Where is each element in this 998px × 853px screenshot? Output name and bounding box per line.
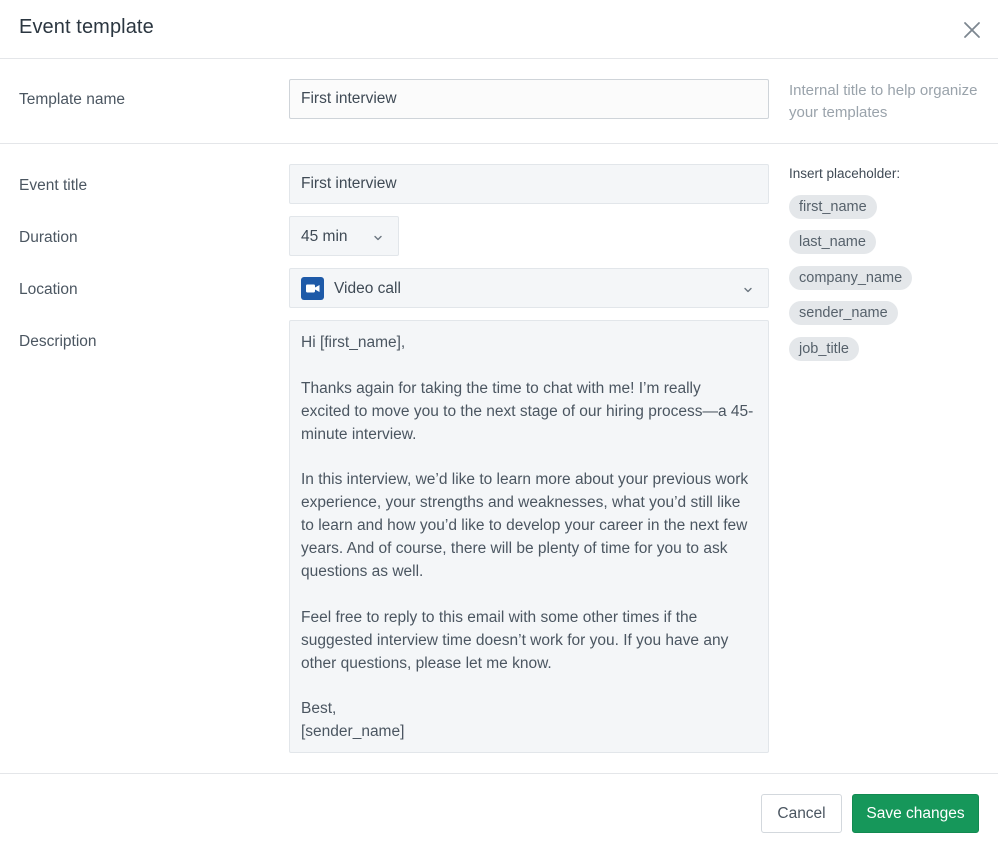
dialog-header: Event template [0, 0, 998, 59]
close-icon[interactable] [960, 18, 984, 42]
description-paragraph: Feel free to reply to this email with so… [301, 608, 729, 672]
chevron-down-icon [374, 235, 382, 241]
placeholder-chip-sender-name[interactable]: sender_name [789, 301, 898, 325]
event-details-section: Event title First interview Duration 45 … [0, 144, 998, 773]
video-camera-icon [301, 277, 324, 300]
event-title-value: First interview [301, 175, 397, 192]
duration-value: 45 min [301, 228, 348, 245]
dialog-title: Event template [19, 16, 154, 38]
cancel-button[interactable]: Cancel [761, 794, 842, 833]
location-select[interactable]: Video call [289, 268, 769, 308]
description-paragraph: Hi [first_name], [301, 334, 406, 351]
description-signature: [sender_name] [301, 723, 405, 741]
dialog-footer: Cancel Save changes [0, 773, 998, 853]
description-signoff: Best, [301, 700, 337, 718]
template-name-help-text: Internal title to help organize your tem… [789, 82, 978, 121]
template-name-label: Template name [19, 91, 125, 108]
save-changes-button[interactable]: Save changes [852, 794, 979, 833]
template-name-input[interactable]: First interview [289, 79, 769, 119]
duration-label: Duration [19, 229, 78, 246]
event-title-input[interactable]: First interview [289, 164, 769, 204]
location-value: Video call [334, 280, 401, 297]
chevron-down-icon [744, 287, 752, 293]
description-paragraph: In this interview, we’d like to learn mo… [301, 471, 749, 581]
placeholder-chip-job-title[interactable]: job_title [789, 337, 859, 361]
placeholder-chip-company-name[interactable]: company_name [789, 266, 913, 290]
placeholder-chip-first-name[interactable]: first_name [789, 195, 877, 219]
placeholder-chip-last-name[interactable]: last_name [789, 230, 876, 254]
description-paragraph: Thanks again for taking the time to chat… [301, 379, 754, 443]
insert-placeholder-title: Insert placeholder: [789, 166, 901, 181]
description-label: Description [19, 333, 97, 350]
description-textarea[interactable]: Hi [first_name], Thanks again for taking… [289, 320, 769, 753]
event-template-dialog: Event template Template name First inter… [0, 0, 998, 853]
location-label: Location [19, 281, 78, 298]
template-name-section: Template name First interview Internal t… [0, 59, 998, 144]
template-name-value: First interview [301, 90, 397, 107]
event-title-label: Event title [19, 177, 88, 194]
duration-select[interactable]: 45 min [289, 216, 399, 256]
